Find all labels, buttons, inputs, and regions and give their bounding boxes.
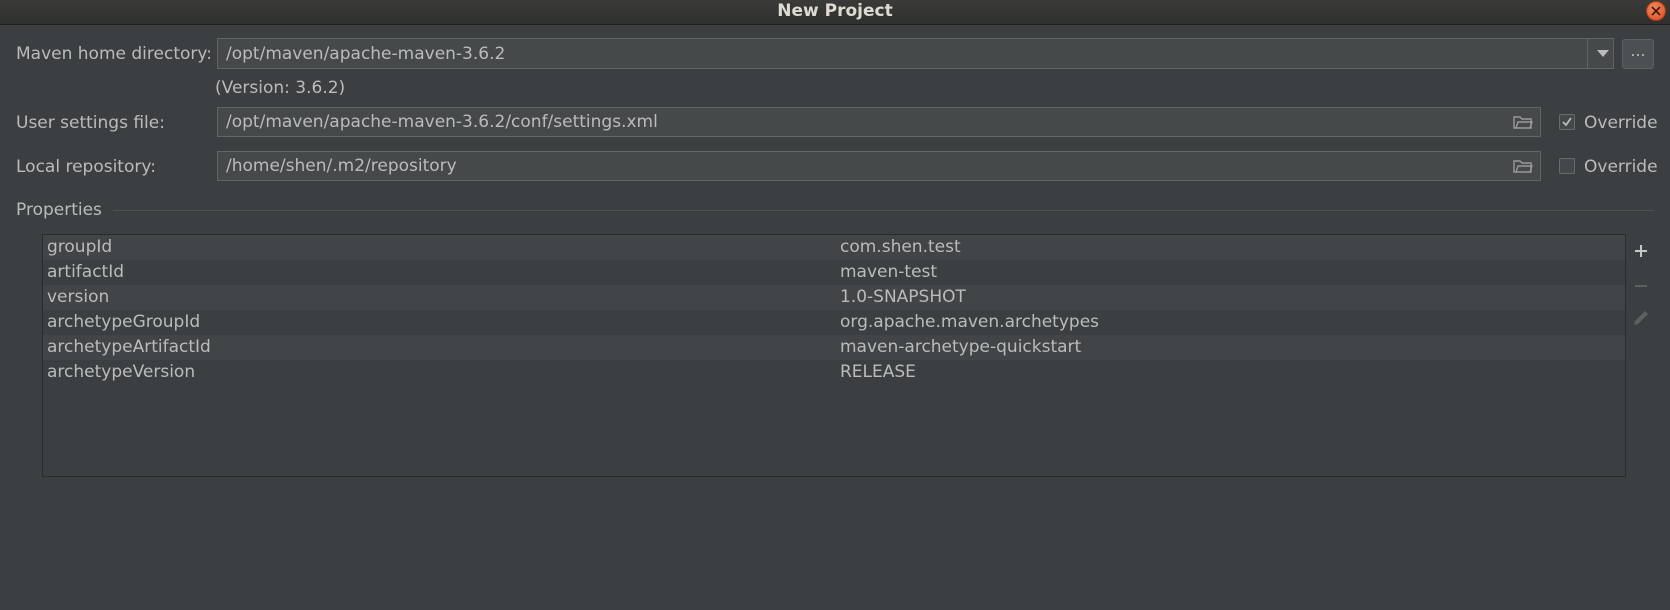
close-icon	[1651, 6, 1661, 16]
local-repo-override-checkbox[interactable]	[1559, 158, 1575, 174]
checkmark-icon	[1562, 117, 1572, 127]
add-icon	[1635, 245, 1647, 257]
maven-home-label: Maven home directory:	[16, 44, 212, 64]
edit-property-button[interactable]	[1630, 307, 1652, 329]
add-property-button[interactable]	[1630, 240, 1652, 262]
table-row[interactable]: archetypeVersion RELEASE	[43, 360, 1625, 385]
maven-version-note: (Version: 3.6.2)	[215, 78, 346, 98]
user-settings-field[interactable]	[217, 107, 1541, 137]
maven-home-browse-button[interactable]: ...	[1622, 39, 1654, 69]
local-repo-browse-button[interactable]	[1513, 158, 1533, 179]
close-button[interactable]	[1646, 1, 1666, 21]
maven-home-combo[interactable]	[217, 38, 1614, 69]
local-repo-label: Local repository:	[16, 157, 156, 177]
folder-icon	[1513, 116, 1533, 129]
remove-property-button[interactable]	[1630, 275, 1652, 297]
property-key: archetypeGroupId	[47, 312, 201, 332]
table-row[interactable]: archetypeArtifactId maven-archetype-quic…	[43, 335, 1625, 360]
property-key: archetypeArtifactId	[47, 337, 211, 357]
folder-icon	[1513, 160, 1533, 173]
edit-icon	[1634, 311, 1648, 325]
property-key: archetypeVersion	[47, 362, 196, 382]
user-settings-override-checkbox[interactable]	[1559, 114, 1575, 130]
chevron-down-icon	[1597, 50, 1609, 57]
properties-title: Properties	[16, 200, 102, 220]
table-row[interactable]: artifactId maven-test	[43, 260, 1625, 285]
properties-separator	[113, 210, 1654, 211]
property-key: version	[47, 287, 110, 307]
property-value[interactable]: org.apache.maven.archetypes	[840, 310, 1099, 335]
maven-home-dropdown[interactable]	[1587, 38, 1615, 68]
table-row[interactable]: archetypeGroupId org.apache.maven.archet…	[43, 310, 1625, 335]
property-key: artifactId	[47, 262, 125, 282]
local-repo-override-label: Override	[1584, 157, 1658, 177]
local-repo-field[interactable]	[217, 151, 1541, 181]
property-value[interactable]: RELEASE	[840, 360, 916, 385]
remove-icon	[1635, 285, 1647, 287]
user-settings-label: User settings file:	[16, 113, 165, 133]
title-bar: New Project	[0, 0, 1670, 25]
user-settings-browse-button[interactable]	[1513, 114, 1533, 135]
property-value[interactable]: 1.0-SNAPSHOT	[840, 285, 966, 310]
property-key: groupId	[47, 237, 113, 257]
property-value[interactable]: com.shen.test	[840, 235, 961, 260]
window-title: New Project	[777, 1, 893, 21]
table-row[interactable]: groupId com.shen.test	[43, 235, 1625, 260]
user-settings-override-label: Override	[1584, 113, 1658, 133]
property-value[interactable]: maven-archetype-quickstart	[840, 335, 1081, 360]
property-value[interactable]: maven-test	[840, 260, 937, 285]
properties-table[interactable]: groupId com.shen.test artifactId maven-t…	[42, 234, 1626, 477]
table-row[interactable]: version 1.0-SNAPSHOT	[43, 285, 1625, 310]
